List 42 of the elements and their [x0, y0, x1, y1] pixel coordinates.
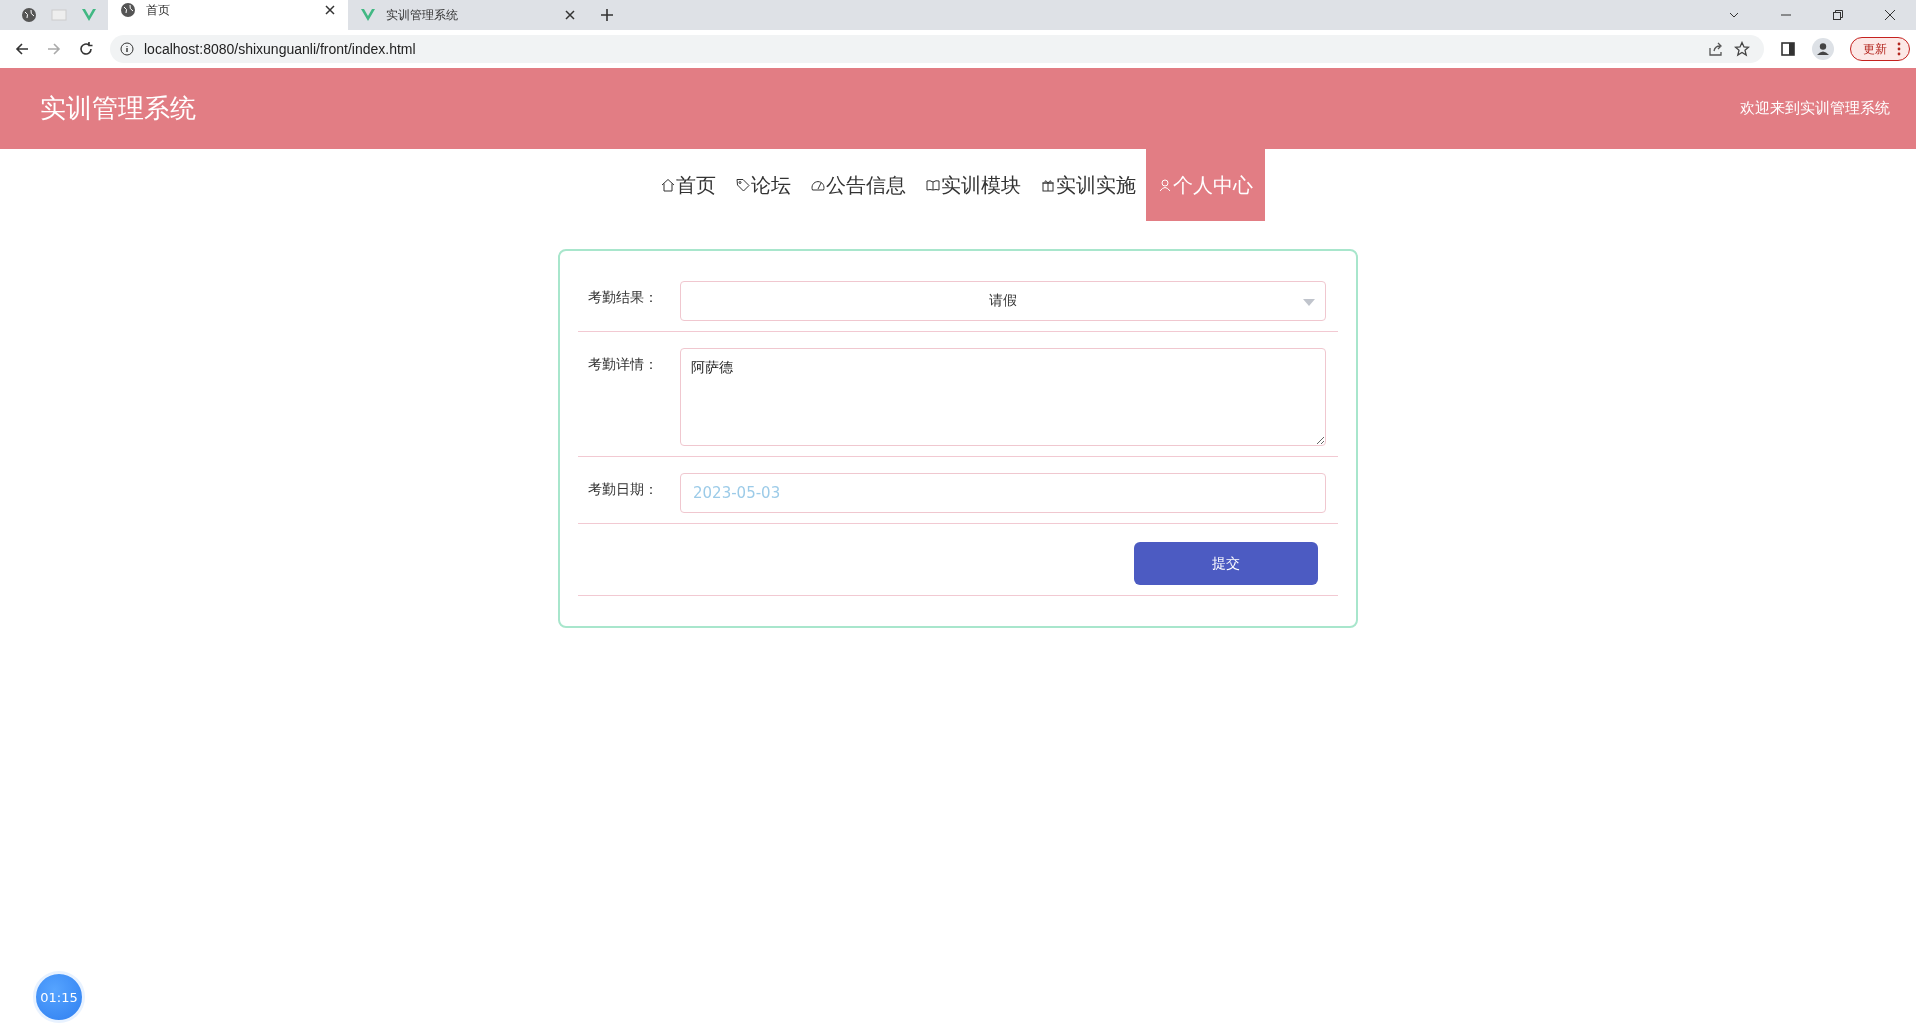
nav-item[interactable]: 实训模块 [916, 149, 1031, 221]
sidebar-icon[interactable] [1780, 41, 1796, 57]
profile-avatar-icon[interactable] [1812, 38, 1834, 60]
nav-item[interactable]: 首页 [651, 149, 726, 221]
timer-badge: 01:15 [33, 971, 85, 1023]
date-field[interactable]: 2023-05-03 [680, 473, 1326, 513]
gauge-icon [811, 178, 825, 192]
back-arrow-icon[interactable] [14, 41, 30, 57]
welcome-text: 欢迎来到实训管理系统 [1740, 99, 1890, 118]
field-label: 考勤日期： [588, 480, 658, 499]
reload-icon[interactable] [78, 41, 94, 57]
nav-item[interactable]: 实训实施 [1031, 149, 1146, 221]
field-label: 考勤详情： [588, 355, 658, 374]
globe-icon [120, 2, 136, 18]
site-title: 实训管理系统 [40, 92, 196, 125]
update-button[interactable]: 更新 [1850, 37, 1910, 61]
browser-tab[interactable]: 首页 [108, 0, 348, 30]
gift-icon [1041, 178, 1055, 192]
share-icon[interactable] [1708, 41, 1724, 57]
caret-icon [1303, 299, 1315, 306]
address-field[interactable]: localhost:8080/shixunguanli/front/index.html [110, 35, 1764, 63]
close-icon[interactable] [324, 4, 336, 16]
nav-item[interactable]: 论坛 [726, 149, 801, 221]
globe-icon[interactable] [21, 7, 37, 23]
select-field[interactable]: 请假 [680, 281, 1326, 321]
tag-icon [736, 178, 750, 192]
star-icon[interactable] [1734, 41, 1750, 57]
close-icon[interactable] [564, 9, 576, 21]
nav-item[interactable]: 公告信息 [801, 149, 916, 221]
field-label: 考勤结果： [588, 288, 658, 307]
user-icon [1158, 178, 1172, 192]
submit-button[interactable]: 提交 [1134, 542, 1318, 585]
kebab-menu-icon [1897, 42, 1901, 56]
vue-logo-icon [360, 7, 376, 23]
home-icon [661, 178, 675, 192]
browser-tab[interactable]: 实训管理系统 [348, 0, 588, 30]
restore-icon[interactable] [1832, 9, 1844, 21]
book-icon [926, 178, 940, 192]
text-area[interactable]: 阿萨德 [680, 348, 1326, 446]
close-icon[interactable] [1884, 9, 1896, 21]
info-icon [120, 42, 134, 56]
new-tab-icon[interactable] [600, 8, 614, 22]
